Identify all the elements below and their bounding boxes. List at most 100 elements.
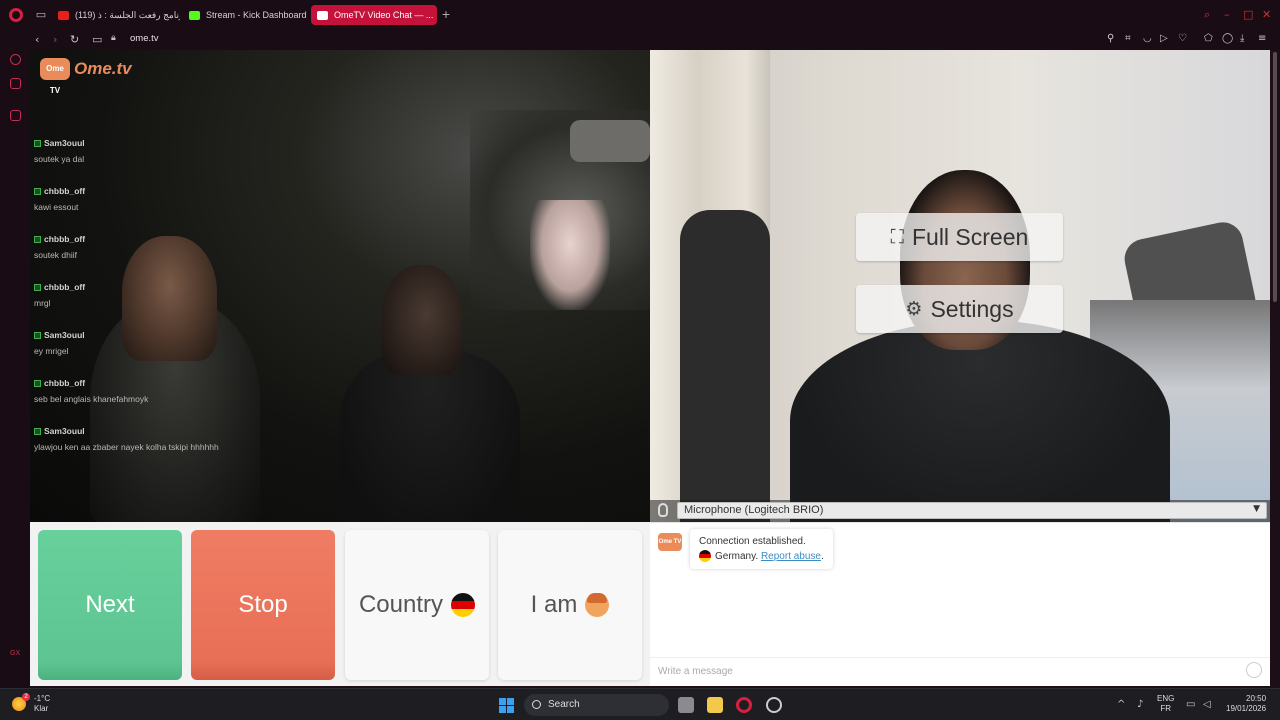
stop-label: Stop [238,591,288,618]
local-video: ⛶ Full Screen ⚙ Settings Microphone (Log… [650,50,1270,522]
gaming-chair [680,210,770,522]
address-bar: ‹ › ↻ ▭ 🔒︎ ome.tv ⚲ ⌗ ◡ ▷ ♡ ⬠ ◯ ⤓ ≡ [30,30,1280,50]
search-label: Search [548,699,580,710]
temperature: -1°C [34,694,51,703]
stop-button[interactable]: Stop [191,530,335,680]
start-icon[interactable] [499,698,514,713]
country-button[interactable]: Country [345,530,489,680]
microphone-select[interactable]: Microphone (Logitech BRIO) ▼ [677,502,1267,519]
gender-button[interactable]: I am [498,530,642,680]
chevron-up-icon[interactable]: ^ [1117,699,1125,710]
apps-icon[interactable] [10,110,21,121]
heart-icon[interactable]: ♡ [1178,33,1187,44]
language-indicator[interactable]: ENG FR [1157,694,1174,714]
reload-icon[interactable]: ↻ [70,33,79,46]
close-icon[interactable]: ✕ [1262,8,1271,21]
chat-message: Sam3ouul ylawjou ken aa zbaber nayek kol… [34,426,334,474]
file-explorer-icon[interactable] [707,697,723,713]
chat-message: chbbb_off soutek dhiif [34,234,334,282]
user-badge-icon [34,427,41,435]
settings-label: Settings [930,295,1014,322]
chat-text: mrgl [34,298,51,308]
page-scrollbar[interactable] [1270,50,1280,686]
search-icon [532,700,541,709]
emoji-icon[interactable] [1246,662,1262,678]
chat-text: soutek ya dal [34,154,85,164]
minimize-icon[interactable]: – [1224,8,1230,21]
microphone-bar: Microphone (Logitech BRIO) ▼ [650,500,1270,522]
volume-icon[interactable]: ◁ [1203,699,1211,710]
search-tabs-icon[interactable]: ⌕ [1204,8,1210,22]
extensions-icon[interactable]: ⬠ [1204,33,1213,44]
forward-icon[interactable]: › [53,33,57,46]
boy-face-icon [585,593,610,617]
pocket-icon[interactable]: ◡ [1143,33,1152,44]
ometv-page: Ome TV Ome.tv Sam3ouul soutek ya dal chb… [30,50,1270,686]
opera-gx-icon[interactable] [736,697,752,713]
person-right-body [340,350,520,522]
microphone-tray-icon[interactable]: ♪ [1137,699,1143,710]
network-icon[interactable]: ▭ [1186,699,1195,710]
stream-chat-overlay: Sam3ouul soutek ya dal chbbb_off kawi es… [34,138,334,474]
germany-flag-icon [699,550,711,563]
weather-widget[interactable]: -1°C Klar [34,694,50,714]
germany-flag-icon [451,593,476,617]
kick-icon [189,10,200,20]
next-button[interactable]: Next [38,530,182,680]
tab-ometv[interactable]: OmeTV Video Chat — ... [311,5,437,25]
logo-badge: Ome TV [40,58,70,95]
chat-text: soutek dhiif [34,250,77,260]
profile-icon[interactable]: ◯ [1222,33,1233,44]
maximize-icon[interactable]: □ [1243,8,1253,21]
gx-icon[interactable]: GX [10,650,20,661]
user-badge-icon [34,235,41,243]
chat-username: Sam3ouul [44,138,85,148]
rear-mirror [570,120,650,162]
next-label: Next [85,591,135,618]
microphone-icon [658,503,668,517]
air-freshener [530,200,610,310]
person-right-head [382,265,462,375]
lock-icon[interactable]: 🔒︎ [111,33,116,43]
task-view-icon[interactable] [678,697,694,713]
chat-panel: Ome TV Connection established. Germany. … [650,522,1270,686]
user-badge-icon [34,331,41,339]
message-input[interactable]: Write a message [650,657,1270,686]
taskbar-search[interactable]: Search [524,694,669,716]
remote-video: Ome TV Ome.tv Sam3ouul soutek ya dal chb… [30,50,650,522]
aria-icon[interactable] [10,54,21,65]
back-icon[interactable]: ‹ [35,33,39,46]
tab-workspace-icon[interactable]: ▭ [35,9,47,21]
chat-username: chbbb_off [44,378,86,388]
url-field[interactable]: ome.tv [130,33,159,44]
ometv-logo[interactable]: Ome TV Ome.tv [40,58,132,95]
download-icon[interactable]: ⤓ [1240,33,1244,44]
tab-label: (119) برنامج رفعت الجلسة : ذ... [75,9,180,20]
tab-youtube[interactable]: (119) برنامج رفعت الجلسة : ذ... [52,5,180,25]
scroll-thumb[interactable] [1273,52,1277,302]
sidebar: GX [0,30,30,688]
speaker-icon [317,10,328,20]
tab-kick[interactable]: Stream - Kick Dashboard [183,5,307,25]
chat-message: chbbb_off kawi essout [34,186,334,234]
assistant-icon[interactable] [10,78,21,89]
fullscreen-icon: ⛶ [890,226,904,248]
user-badge-icon [34,187,41,195]
snapshot-icon[interactable]: ⌗ [1125,33,1131,44]
opera-menu-icon[interactable] [9,8,23,22]
fullscreen-button[interactable]: ⛶ Full Screen [856,213,1063,261]
chat-text: ey mrigel [34,346,69,356]
chat-text: kawi essout [34,202,79,212]
keyboard-layout: FR [1160,704,1171,713]
notification-badge: 2 [22,693,30,701]
play-icon[interactable]: ▷ [1160,33,1168,44]
clock[interactable]: 20:50 19/01/2026 [1226,694,1266,714]
new-tab-icon[interactable]: + [440,9,452,21]
steam-icon[interactable] [766,697,782,713]
tab-label: Stream - Kick Dashboard [206,10,307,20]
video-icon[interactable]: ▭ [92,33,102,46]
menu-icon[interactable]: ≡ [1258,33,1266,44]
report-abuse-link[interactable]: Report abuse [761,551,821,562]
pin-icon[interactable]: ⚲ [1107,33,1114,44]
settings-button[interactable]: ⚙ Settings [856,285,1063,333]
